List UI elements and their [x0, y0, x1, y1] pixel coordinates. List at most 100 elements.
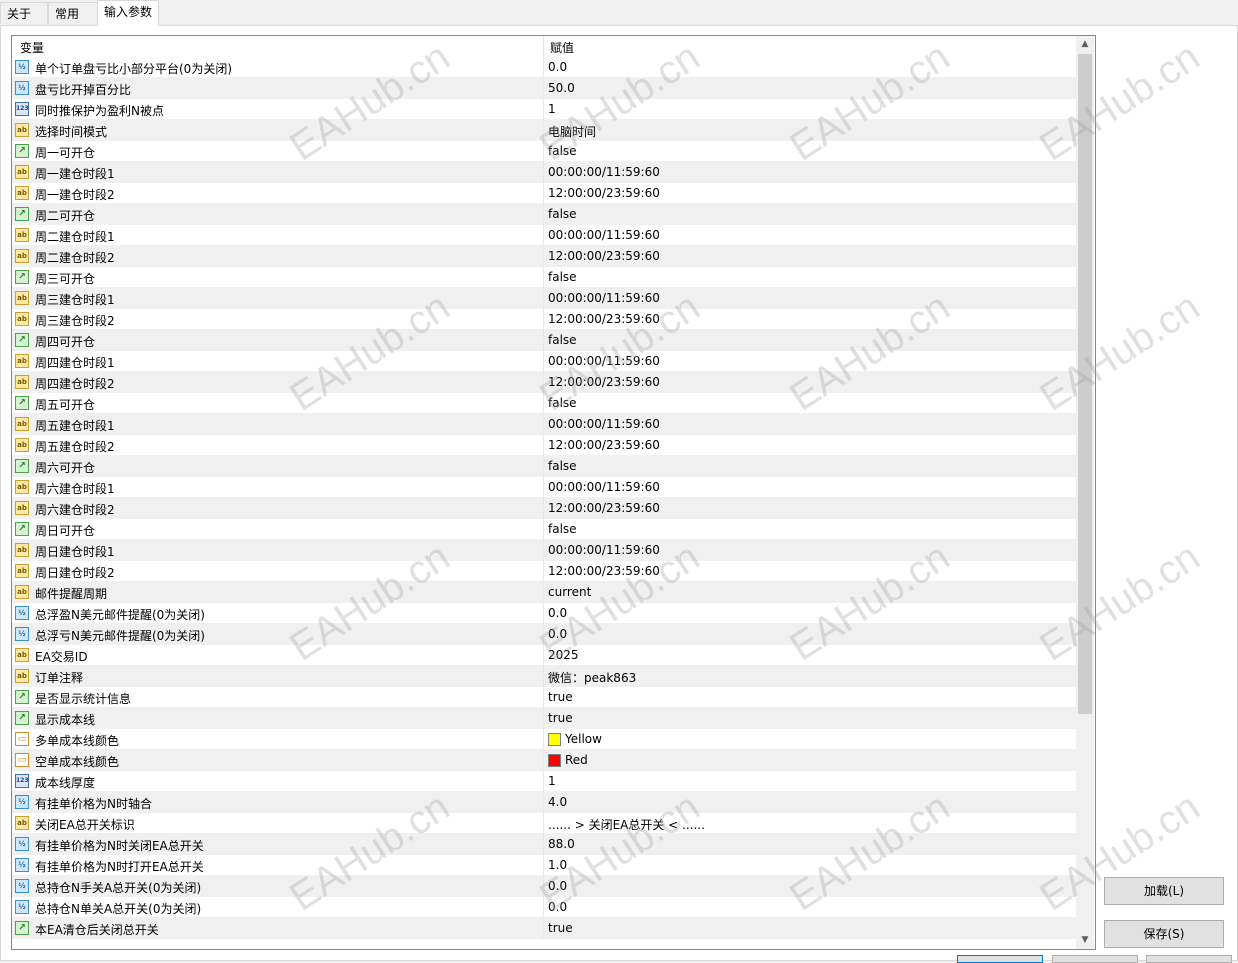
parameter-value[interactable]: false: [548, 207, 577, 221]
parameter-value[interactable]: 00:00:00/11:59:60: [548, 543, 660, 557]
parameter-value[interactable]: 12:00:00/23:59:60: [548, 249, 660, 263]
column-header-variable[interactable]: 变量: [20, 39, 44, 56]
parameter-row[interactable]: ab 周四建仓时段2 12:00:00/23:59:60: [12, 372, 1076, 393]
parameter-value[interactable]: true: [548, 711, 573, 725]
parameter-row[interactable]: ½ 总持仓N单关A总开关(0为关闭) 0.0: [12, 897, 1076, 918]
parameter-value[interactable]: 88.0: [548, 837, 575, 851]
parameter-row[interactable]: ab 订单注释 微信：peak863: [12, 666, 1076, 687]
parameter-value[interactable]: 0.0: [548, 627, 567, 641]
parameter-row[interactable]: ↗ 周六可开仓 false: [12, 456, 1076, 477]
column-divider[interactable]: [543, 36, 544, 57]
parameter-row[interactable]: ↗ 是否显示统计信息 true: [12, 687, 1076, 708]
parameter-value[interactable]: 00:00:00/11:59:60: [548, 228, 660, 242]
parameter-value[interactable]: true: [548, 921, 573, 935]
parameter-value[interactable]: Yellow: [548, 732, 602, 746]
parameter-value[interactable]: 12:00:00/23:59:60: [548, 438, 660, 452]
parameter-row[interactable]: ½ 总浮亏N美元邮件提醒(0为关闭) 0.0: [12, 624, 1076, 645]
parameter-value[interactable]: 电脑时间: [548, 123, 596, 140]
parameter-value[interactable]: 00:00:00/11:59:60: [548, 417, 660, 431]
scrollbar-thumb[interactable]: [1078, 54, 1092, 714]
parameter-row[interactable]: ab 周六建仓时段2 12:00:00/23:59:60: [12, 498, 1076, 519]
parameter-row[interactable]: ab 周三建仓时段2 12:00:00/23:59:60: [12, 309, 1076, 330]
parameter-value[interactable]: false: [548, 333, 577, 347]
parameter-row[interactable]: ↗ 周三可开仓 false: [12, 267, 1076, 288]
parameter-row[interactable]: ↗ 本EA清仓后关闭总开关 true: [12, 918, 1076, 939]
parameter-value[interactable]: 12:00:00/23:59:60: [548, 501, 660, 515]
parameter-value[interactable]: 0.0: [548, 879, 567, 893]
parameter-value[interactable]: 00:00:00/11:59:60: [548, 354, 660, 368]
parameter-row[interactable]: ab 周二建仓时段2 12:00:00/23:59:60: [12, 246, 1076, 267]
cancel-button[interactable]: [1052, 955, 1138, 963]
parameter-row[interactable]: ab 选择时间模式 电脑时间: [12, 120, 1076, 141]
column-header-value[interactable]: 赋值: [550, 39, 574, 56]
parameter-value[interactable]: 1.0: [548, 858, 567, 872]
tab-common[interactable]: 常用: [48, 2, 98, 24]
parameter-row[interactable]: ab 周一建仓时段2 12:00:00/23:59:60: [12, 183, 1076, 204]
parameter-row[interactable]: ↗ 周四可开仓 false: [12, 330, 1076, 351]
reset-button[interactable]: [1146, 955, 1232, 963]
tab-inputs[interactable]: 输入参数: [97, 0, 159, 26]
load-button[interactable]: 加载(L): [1104, 877, 1224, 905]
parameter-row[interactable]: ½ 有挂单价格为N时关闭EA总开关 88.0: [12, 834, 1076, 855]
parameter-row[interactable]: ab 周一建仓时段1 00:00:00/11:59:60: [12, 162, 1076, 183]
parameter-row[interactable]: ab 周日建仓时段1 00:00:00/11:59:60: [12, 540, 1076, 561]
parameter-value[interactable]: 12:00:00/23:59:60: [548, 375, 660, 389]
parameter-value[interactable]: current: [548, 585, 591, 599]
parameter-row[interactable]: ½ 总持仓N手关A总开关(0为关闭) 0.0: [12, 876, 1076, 897]
parameter-value[interactable]: 0.0: [548, 900, 567, 914]
parameter-row[interactable]: ab 邮件提醒周期 current: [12, 582, 1076, 603]
parameter-value[interactable]: 50.0: [548, 81, 575, 95]
parameter-value[interactable]: 12:00:00/23:59:60: [548, 186, 660, 200]
parameter-row[interactable]: ↗ 周一可开仓 false: [12, 141, 1076, 162]
scroll-down-icon[interactable]: ▼: [1076, 932, 1094, 949]
parameter-value[interactable]: 12:00:00/23:59:60: [548, 312, 660, 326]
parameter-row[interactable]: ab 周六建仓时段1 00:00:00/11:59:60: [12, 477, 1076, 498]
parameter-row[interactable]: ½ 有挂单价格为N时轴合 4.0: [12, 792, 1076, 813]
cell-divider: [543, 57, 544, 78]
parameter-value[interactable]: 0.0: [548, 60, 567, 74]
parameter-value[interactable]: 1: [548, 774, 556, 788]
parameter-row[interactable]: ↗ 周五可开仓 false: [12, 393, 1076, 414]
parameter-row[interactable]: ½ 总浮盈N美元邮件提醒(0为关闭) 0.0: [12, 603, 1076, 624]
save-button[interactable]: 保存(S): [1104, 920, 1224, 948]
parameter-value[interactable]: false: [548, 522, 577, 536]
parameter-row[interactable]: ab 周四建仓时段1 00:00:00/11:59:60: [12, 351, 1076, 372]
vertical-scrollbar[interactable]: ▲ ▼: [1076, 36, 1094, 949]
parameter-row[interactable]: ab 关闭EA总开关标识 ...... > 关闭EA总开关 < ......: [12, 813, 1076, 834]
parameter-value[interactable]: false: [548, 396, 577, 410]
tab-about[interactable]: 关于: [0, 2, 48, 24]
parameter-value[interactable]: false: [548, 144, 577, 158]
parameter-row[interactable]: ½ 盘亏比开掉百分比 50.0: [12, 78, 1076, 99]
parameter-value[interactable]: 00:00:00/11:59:60: [548, 480, 660, 494]
parameter-row[interactable]: ab 周日建仓时段2 12:00:00/23:59:60: [12, 561, 1076, 582]
parameter-value[interactable]: ...... > 关闭EA总开关 < ......: [548, 816, 705, 833]
parameter-row[interactable]: ↗ 周日可开仓 false: [12, 519, 1076, 540]
parameter-row[interactable]: ↗ 显示成本线 true: [12, 708, 1076, 729]
parameter-value[interactable]: false: [548, 270, 577, 284]
parameter-row[interactable]: ▭ 空单成本线颜色 Red: [12, 750, 1076, 771]
parameter-row[interactable]: ▭ 多单成本线颜色 Yellow: [12, 729, 1076, 750]
parameter-row[interactable]: ½ 单个订单盘亏比小部分平台(0为关闭) 0.0: [12, 57, 1076, 78]
parameter-row[interactable]: ab 周三建仓时段1 00:00:00/11:59:60: [12, 288, 1076, 309]
parameter-value[interactable]: 0.0: [548, 606, 567, 620]
parameter-value[interactable]: false: [548, 459, 577, 473]
parameter-value[interactable]: 00:00:00/11:59:60: [548, 291, 660, 305]
parameter-value[interactable]: 4.0: [548, 795, 567, 809]
ok-button[interactable]: [957, 955, 1043, 963]
parameter-row[interactable]: 123 同时推保护为盈利N被点 1: [12, 99, 1076, 120]
parameter-row[interactable]: ↗ 周二可开仓 false: [12, 204, 1076, 225]
parameter-row[interactable]: ab 周五建仓时段1 00:00:00/11:59:60: [12, 414, 1076, 435]
parameter-value[interactable]: Red: [548, 753, 588, 767]
parameter-value[interactable]: 12:00:00/23:59:60: [548, 564, 660, 578]
parameter-row[interactable]: ½ 有挂单价格为N时打开EA总开关 1.0: [12, 855, 1076, 876]
scroll-up-icon[interactable]: ▲: [1076, 36, 1094, 53]
parameter-row[interactable]: 123 成本线厚度 1: [12, 771, 1076, 792]
parameter-value[interactable]: 2025: [548, 648, 579, 662]
parameter-value[interactable]: 微信：peak863: [548, 669, 636, 686]
parameter-value[interactable]: 1: [548, 102, 556, 116]
parameter-value[interactable]: true: [548, 690, 573, 704]
parameter-row[interactable]: ab 周五建仓时段2 12:00:00/23:59:60: [12, 435, 1076, 456]
parameter-row[interactable]: ab EA交易ID 2025: [12, 645, 1076, 666]
parameter-row[interactable]: ab 周二建仓时段1 00:00:00/11:59:60: [12, 225, 1076, 246]
parameter-value[interactable]: 00:00:00/11:59:60: [548, 165, 660, 179]
